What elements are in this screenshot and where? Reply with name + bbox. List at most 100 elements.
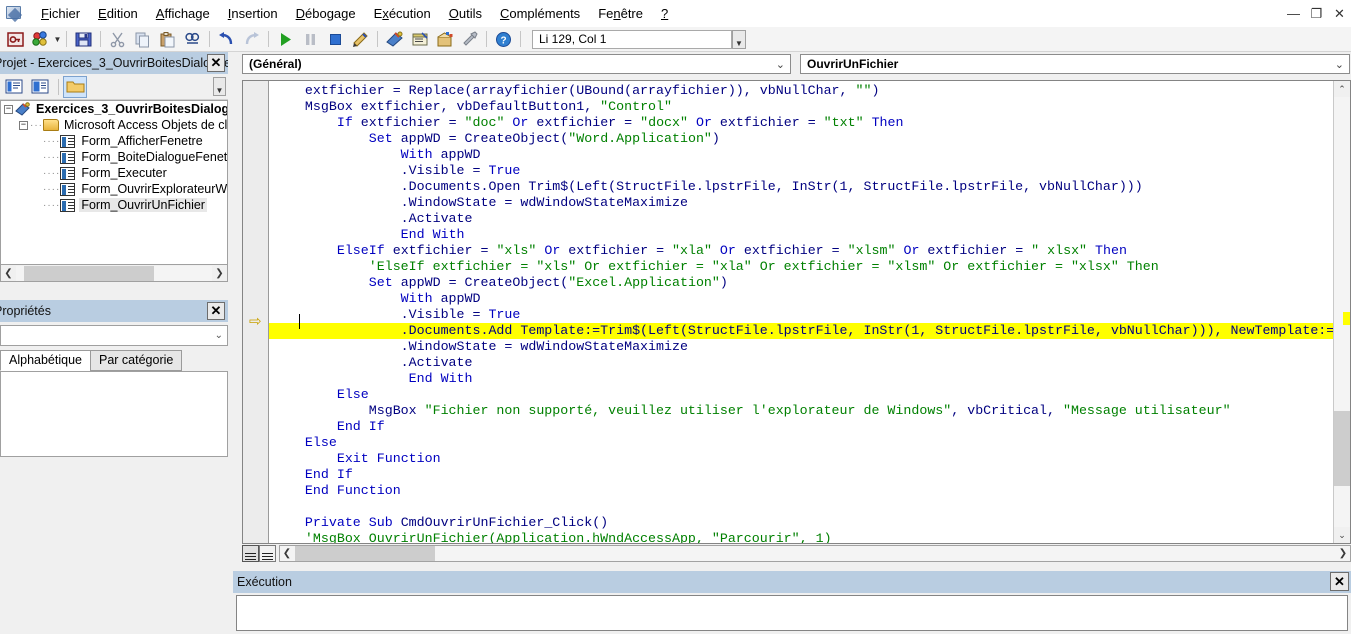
code-horizontal-scrollbar[interactable]: ❮ ❯ <box>279 545 1351 562</box>
view-object-icon[interactable] <box>28 76 52 98</box>
code-line[interactable]: MsgBox "Fichier non supporté, veuillez u… <box>269 403 1350 419</box>
tab-alphabetique[interactable]: Alphabétique <box>0 350 91 371</box>
menu-fenetre[interactable]: Fenêtre <box>589 2 652 25</box>
restore-button[interactable]: ❐ <box>1305 2 1328 25</box>
object-browser-icon[interactable] <box>433 29 456 50</box>
code-line[interactable]: End If <box>269 467 1350 483</box>
immediate-text-area[interactable] <box>236 595 1348 631</box>
project-tree[interactable]: − Exercices_3_OuvrirBoitesDialogue − ···… <box>0 100 228 265</box>
cut-icon[interactable] <box>106 29 129 50</box>
menu-debogage[interactable]: Débogage <box>287 2 365 25</box>
view-code-icon[interactable] <box>2 76 26 98</box>
scroll-right-icon[interactable]: ❯ <box>212 266 227 281</box>
scroll-left-icon[interactable]: ❮ <box>280 548 294 559</box>
help-icon[interactable]: ? <box>492 29 515 50</box>
reset-icon[interactable] <box>324 29 347 50</box>
toolbar-grip-icon[interactable]: ▼ <box>732 29 746 49</box>
code-line[interactable]: With appWD <box>269 291 1350 307</box>
chevron-down-icon[interactable]: ⌄ <box>776 58 785 71</box>
menu-complements[interactable]: Compléments <box>491 2 589 25</box>
run-icon[interactable] <box>274 29 297 50</box>
code-margin-indicator-bar[interactable]: ⇨ <box>243 81 269 543</box>
menu-help[interactable]: ? <box>652 2 677 25</box>
code-line[interactable]: End Function <box>269 483 1350 499</box>
chevron-down-icon[interactable]: ⌄ <box>1335 58 1344 71</box>
code-line[interactable]: Private Sub CmdOuvrirUnFichier_Click() <box>269 515 1350 531</box>
toggle-folders-icon[interactable] <box>63 75 87 98</box>
menu-affichage[interactable]: Affichage <box>147 2 219 25</box>
close-button[interactable]: ✕ <box>1328 2 1351 25</box>
project-explorer-close-button[interactable]: ✕ <box>207 54 225 72</box>
code-line[interactable]: Set appWD = CreateObject("Excel.Applicat… <box>269 275 1350 291</box>
toolbox-icon[interactable] <box>458 29 481 50</box>
properties-list[interactable] <box>0 371 228 457</box>
tree-item-form-executer[interactable]: ···· Form_Executer <box>1 165 227 181</box>
code-line[interactable]: .Activate <box>269 211 1350 227</box>
project-horizontal-scrollbar[interactable]: ❮ ❯ <box>0 265 228 282</box>
tree-item-form-ouvrirexplorateurwindow[interactable]: ···· Form_OuvrirExplorateurWindow <box>1 181 227 197</box>
code-line[interactable]: 'MsgBox OuvrirUnFichier(Application.hWnd… <box>269 531 1350 543</box>
scroll-down-icon[interactable]: ⌄ <box>1334 527 1350 543</box>
undo-icon[interactable] <box>215 29 238 50</box>
code-line[interactable]: End If <box>269 419 1350 435</box>
code-line[interactable]: Else <box>269 435 1350 451</box>
break-icon[interactable] <box>299 29 322 50</box>
scroll-thumb[interactable] <box>1334 411 1350 486</box>
properties-object-combo[interactable]: ⌄ <box>0 325 228 346</box>
code-line[interactable]: ElseIf extfichier = "xls" Or extfichier … <box>269 243 1350 259</box>
code-line[interactable]: MsgBox extfichier, vbDefaultButton1, "Co… <box>269 99 1350 115</box>
scroll-right-icon[interactable]: ❯ <box>1336 548 1350 559</box>
collapse-group-icon[interactable]: − <box>19 120 28 130</box>
scroll-thumb[interactable] <box>295 546 435 561</box>
menu-execution[interactable]: Exécution <box>365 2 440 25</box>
procedure-view-icon[interactable] <box>242 545 259 562</box>
tree-group-row[interactable]: − ··· Microsoft Access Objets de classe <box>1 117 227 133</box>
tree-item-form-boitedialoguefenetres[interactable]: ···· Form_BoiteDialogueFenetres <box>1 149 227 165</box>
menu-fichier[interactable]: Fichier <box>32 2 89 25</box>
menu-outils[interactable]: Outils <box>440 2 491 25</box>
collapse-root-icon[interactable]: − <box>4 104 13 114</box>
properties-window-icon[interactable] <box>408 29 431 50</box>
code-line[interactable] <box>269 499 1350 515</box>
code-line[interactable]: .Visible = True <box>269 307 1350 323</box>
object-combo[interactable]: (Général) ⌄ <box>242 54 791 74</box>
scroll-track[interactable] <box>16 265 212 281</box>
project-toolbar-grip-icon[interactable]: ▼ <box>213 77 226 96</box>
full-module-view-icon[interactable] <box>259 545 276 562</box>
design-mode-icon[interactable] <box>349 29 372 50</box>
redo-icon[interactable] <box>240 29 263 50</box>
paste-icon[interactable] <box>156 29 179 50</box>
code-line[interactable]: Set appWD = CreateObject("Word.Applicati… <box>269 131 1350 147</box>
view-access-icon[interactable] <box>4 29 27 50</box>
menu-edition[interactable]: Edition <box>89 2 147 25</box>
find-icon[interactable] <box>181 29 204 50</box>
tree-item-form-afficherfenetre[interactable]: ···· Form_AfficherFenetre <box>1 133 227 149</box>
project-explorer-icon[interactable] <box>383 29 406 50</box>
tree-root-row[interactable]: − Exercices_3_OuvrirBoitesDialogue <box>1 101 227 117</box>
code-line[interactable]: .Activate <box>269 355 1350 371</box>
menu-insertion[interactable]: Insertion <box>219 2 287 25</box>
properties-close-button[interactable]: ✕ <box>207 302 225 320</box>
code-text-content[interactable]: extfichier = Replace(arrayfichier(UBound… <box>269 81 1350 543</box>
insert-object-dropdown-icon[interactable]: ▼ <box>53 29 62 50</box>
scroll-up-icon[interactable]: ⌃ <box>1334 81 1350 97</box>
tree-item-form-ouvrirunfichier[interactable]: ···· Form_OuvrirUnFichier <box>1 197 227 213</box>
code-line[interactable]: extfichier = Replace(arrayfichier(UBound… <box>269 83 1350 99</box>
immediate-close-button[interactable]: ✕ <box>1330 572 1349 591</box>
save-icon[interactable] <box>72 29 95 50</box>
code-line[interactable]: If extfichier = "doc" Or extfichier = "d… <box>269 115 1350 131</box>
code-line[interactable]: .WindowState = wdWindowStateMaximize <box>269 195 1350 211</box>
code-line[interactable]: Else <box>269 387 1350 403</box>
procedure-combo[interactable]: OuvrirUnFichier ⌄ <box>800 54 1350 74</box>
code-vertical-scrollbar[interactable]: ⌃ ⌄ <box>1333 81 1350 543</box>
chevron-down-icon[interactable]: ⌄ <box>215 330 223 341</box>
code-line[interactable]: 'ElseIf extfichier = "xls" Or extfichier… <box>269 259 1350 275</box>
code-line[interactable]: .Documents.Add Template:=Trim$(Left(Stru… <box>269 323 1350 339</box>
minimize-button[interactable]: — <box>1282 2 1305 25</box>
tab-par-categorie[interactable]: Par catégorie <box>89 350 183 371</box>
scroll-thumb[interactable] <box>24 265 154 281</box>
code-line[interactable]: Exit Function <box>269 451 1350 467</box>
code-line[interactable]: .Visible = True <box>269 163 1350 179</box>
insert-object-icon[interactable] <box>29 29 52 50</box>
code-line[interactable]: With appWD <box>269 147 1350 163</box>
